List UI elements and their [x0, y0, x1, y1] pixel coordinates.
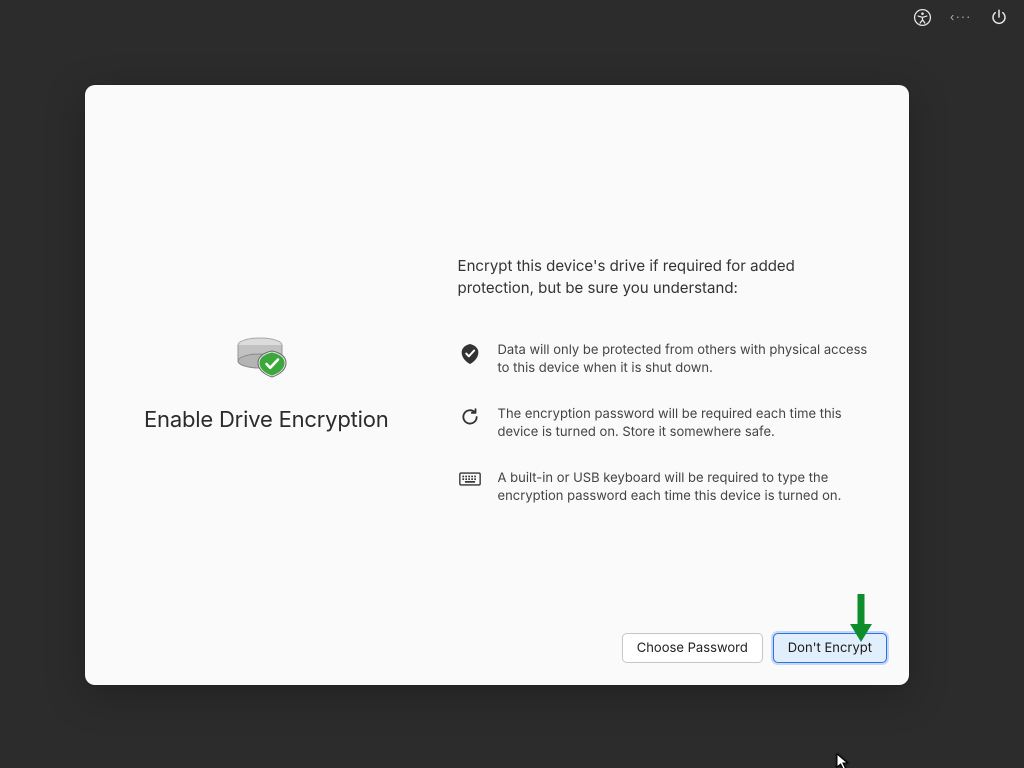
top-bar: ‹···›	[897, 0, 1024, 34]
drive-encryption-icon	[234, 337, 298, 381]
installer-panel: Enable Drive Encryption Encrypt this dev…	[85, 85, 909, 685]
info-shield-text: Data will only be protected from others …	[498, 341, 879, 377]
svg-text:‹···›: ‹···›	[950, 10, 972, 24]
accessibility-icon[interactable]	[913, 8, 932, 27]
intro-text: Encrypt this device's drive if required …	[458, 255, 879, 299]
info-keyboard: A built-in or USB keyboard will be requi…	[458, 469, 879, 505]
shield-check-icon	[458, 341, 482, 365]
info-keyboard-text: A built-in or USB keyboard will be requi…	[498, 469, 879, 505]
mouse-cursor	[836, 753, 850, 768]
page-title: Enable Drive Encryption	[144, 407, 389, 433]
keyboard-icon	[458, 469, 482, 487]
left-pane: Enable Drive Encryption	[85, 85, 448, 685]
info-restart-text: The encryption password will be required…	[498, 405, 879, 441]
info-shield: Data will only be protected from others …	[458, 341, 879, 377]
right-pane: Encrypt this device's drive if required …	[448, 85, 909, 685]
annotation-arrow	[848, 592, 874, 648]
power-icon[interactable]	[990, 8, 1008, 26]
info-restart: The encryption password will be required…	[458, 405, 879, 441]
restart-icon	[458, 405, 482, 427]
choose-password-button[interactable]: Choose Password	[622, 633, 763, 663]
network-icon[interactable]: ‹···›	[950, 10, 972, 24]
